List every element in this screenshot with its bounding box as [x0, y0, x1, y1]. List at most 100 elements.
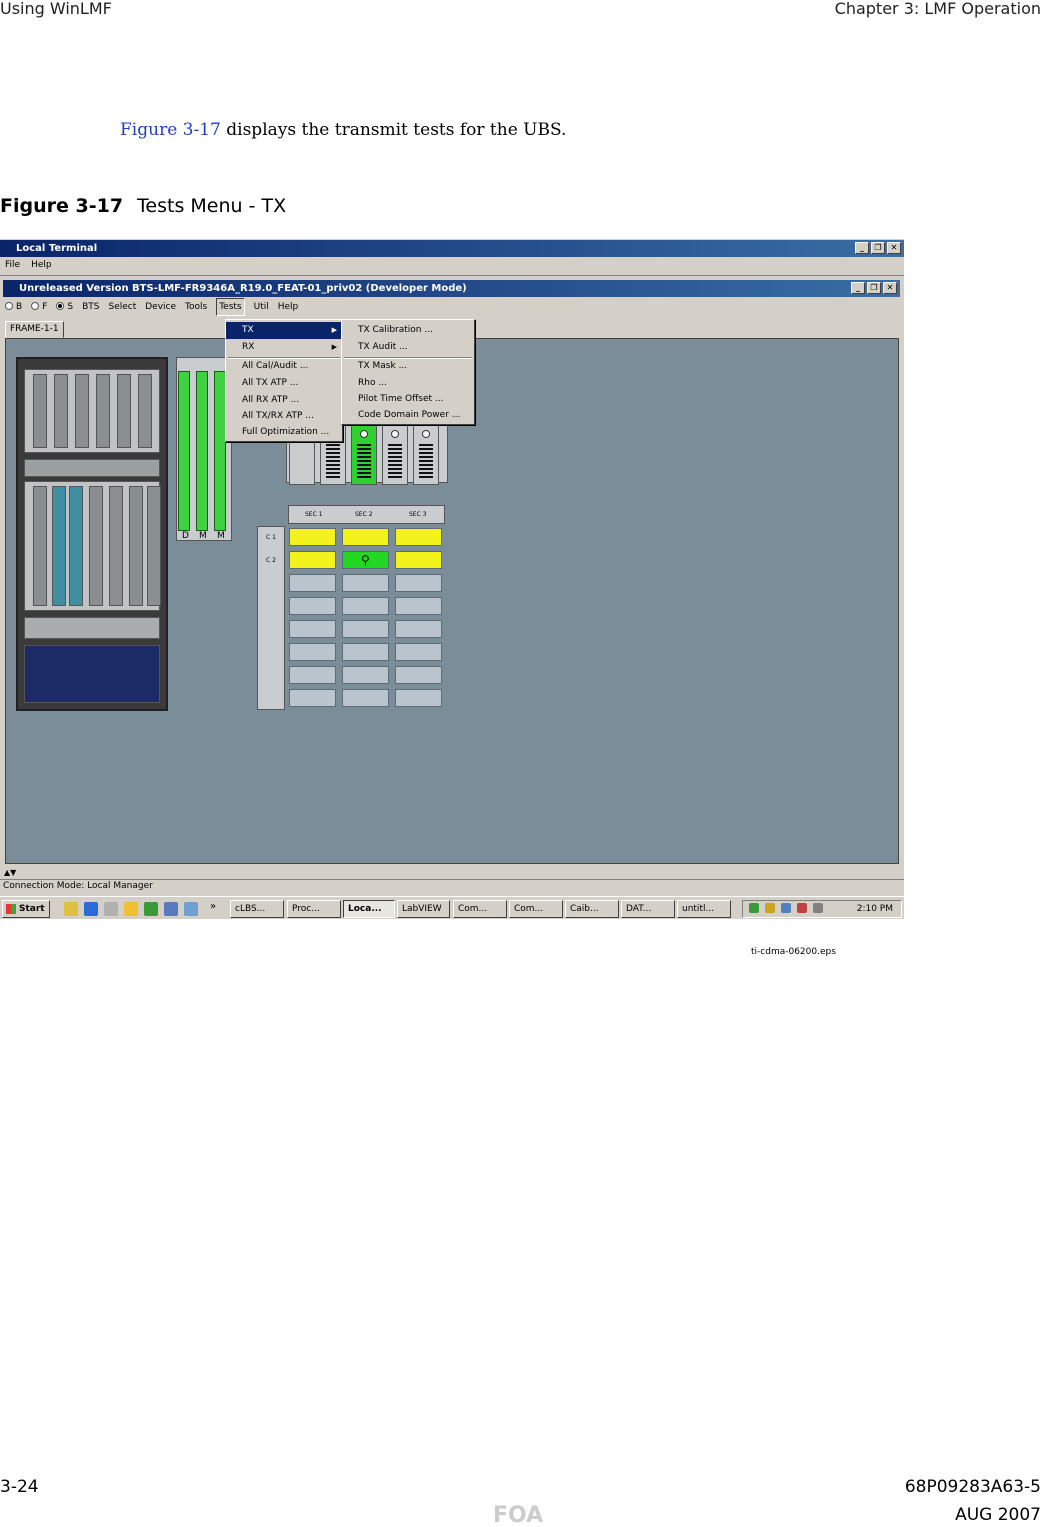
tx-mask[interactable]: TX Mask ... — [342, 358, 474, 375]
foa-watermark: FOA — [493, 1503, 544, 1527]
quicklaunch-desktop-icon[interactable] — [64, 902, 78, 916]
empty-cell[interactable] — [289, 666, 336, 684]
task-button-7[interactable]: Caib... — [565, 900, 619, 918]
menu-util[interactable]: Util — [254, 299, 269, 315]
tray-network-icon[interactable] — [749, 903, 759, 913]
carrier-1-sector-1-cell[interactable] — [289, 528, 336, 546]
empty-cell[interactable] — [395, 597, 442, 615]
empty-cell[interactable] — [342, 597, 389, 615]
empty-cell[interactable] — [289, 643, 336, 661]
quicklaunch-extra-icon[interactable] — [184, 902, 198, 916]
bts-rack-image — [16, 357, 168, 711]
empty-cell[interactable] — [395, 666, 442, 684]
menu-bts[interactable]: BTS — [82, 299, 99, 315]
tray-monitor-icon[interactable] — [781, 903, 791, 913]
carrier-2-label: C 2 — [266, 557, 276, 564]
tests-menu-all-rx-atp[interactable]: All RX ATP ... — [226, 392, 342, 409]
task-button-4[interactable]: LabVIEW — [397, 900, 450, 918]
board-4[interactable] — [382, 425, 408, 485]
empty-cell[interactable] — [395, 574, 442, 592]
tray-extra-icon[interactable] — [813, 903, 823, 913]
task-button-2[interactable]: Proc... — [287, 900, 341, 918]
quicklaunch-app-icon[interactable] — [104, 902, 118, 916]
running-header-left: Using WinLMF — [0, 0, 112, 18]
task-button-9[interactable]: untitl... — [677, 900, 731, 918]
quicklaunch-search-icon[interactable] — [164, 902, 178, 916]
menu-help[interactable]: Help — [31, 257, 52, 273]
empty-cell[interactable] — [289, 689, 336, 707]
empty-cell[interactable] — [342, 620, 389, 638]
menu-select[interactable]: Select — [108, 299, 136, 315]
tx-pilot-time-offset[interactable]: Pilot Time Offset ... — [342, 391, 474, 408]
empty-cell[interactable] — [289, 597, 336, 615]
carrier-2-sector-3-cell[interactable] — [395, 551, 442, 569]
carrier-2-sector-1-cell[interactable] — [289, 551, 336, 569]
figure-title: Tests Menu - TX — [137, 195, 287, 217]
empty-cell[interactable] — [395, 620, 442, 638]
inner-minimize-icon[interactable]: _ — [851, 282, 865, 294]
dmm-card-1[interactable] — [178, 371, 190, 531]
board-5[interactable] — [413, 425, 439, 485]
empty-cell[interactable] — [395, 689, 442, 707]
radio-b[interactable]: B — [5, 299, 22, 315]
empty-cell[interactable] — [342, 666, 389, 684]
carrier-1-sector-3-cell[interactable] — [395, 528, 442, 546]
tray-volume-icon[interactable] — [765, 903, 775, 913]
intro-paragraph: Figure 3-17 displays the transmit tests … — [120, 120, 566, 140]
carrier-1-sector-2-cell[interactable] — [342, 528, 389, 546]
empty-cell[interactable] — [395, 643, 442, 661]
outer-menubar: File Help — [0, 257, 52, 273]
tx-rho[interactable]: Rho ... — [342, 375, 474, 392]
inner-close-icon[interactable]: ✕ — [883, 282, 897, 294]
dmm-label-bottom-d: D — [182, 531, 189, 541]
tests-menu-full-optimization[interactable]: Full Optimization ... — [226, 424, 342, 441]
carrier-1-label: C 1 — [266, 534, 276, 541]
quicklaunch-ie-icon[interactable] — [84, 902, 98, 916]
menu-device[interactable]: Device — [145, 299, 176, 315]
tests-menu-all-cal-audit[interactable]: All Cal/Audit ... — [226, 358, 342, 375]
dmm-card-2[interactable] — [196, 371, 208, 531]
radio-s[interactable]: S — [56, 299, 73, 315]
system-tray: 2:10 PM — [742, 900, 902, 918]
menu-file[interactable]: File — [5, 257, 20, 273]
tx-submenu: TX Calibration ... TX Audit ... TX Mask … — [341, 319, 475, 425]
more-chevron-icon[interactable]: » — [210, 901, 216, 912]
tx-audit[interactable]: TX Audit ... — [342, 339, 474, 356]
running-header-right: Chapter 3: LMF Operation — [834, 0, 1041, 18]
restore-icon[interactable]: ❐ — [871, 242, 885, 254]
menu-help-inner[interactable]: Help — [278, 299, 299, 315]
empty-cell[interactable] — [289, 574, 336, 592]
carrier-2-sector-2-cell[interactable]: ⚲ — [342, 551, 389, 569]
tray-app-icon[interactable] — [797, 903, 807, 913]
tx-calibration[interactable]: TX Calibration ... — [342, 322, 474, 339]
task-button-3[interactable]: Loca... — [343, 900, 395, 918]
minimize-icon[interactable]: _ — [855, 242, 869, 254]
splitter-arrows-icon[interactable]: ▲▼ — [4, 868, 16, 877]
start-button[interactable]: Start — [2, 900, 50, 918]
tests-menu-all-tx-atp[interactable]: All TX ATP ... — [226, 375, 342, 392]
inner-restore-icon[interactable]: ❐ — [867, 282, 881, 294]
empty-cell[interactable] — [342, 689, 389, 707]
tab-frame[interactable]: FRAME-1-1 — [5, 321, 64, 338]
menu-tests[interactable]: Tests — [216, 298, 245, 316]
figure-link[interactable]: Figure 3-17 — [120, 120, 221, 140]
task-button-6[interactable]: Com... — [509, 900, 563, 918]
document-number: 68P09283A63-5 — [904, 1477, 1041, 1497]
empty-cell[interactable] — [342, 643, 389, 661]
empty-cell[interactable] — [342, 574, 389, 592]
close-icon[interactable]: ✕ — [887, 242, 901, 254]
task-button-8[interactable]: DAT... — [621, 900, 675, 918]
quicklaunch-outlook-icon[interactable] — [124, 902, 138, 916]
tx-code-domain-power[interactable]: Code Domain Power ... — [342, 407, 474, 424]
quicklaunch-globe-icon[interactable] — [144, 902, 158, 916]
board-3[interactable] — [351, 425, 377, 485]
tests-menu-rx[interactable]: RX ▶ — [226, 339, 342, 356]
task-button-5[interactable]: Com... — [453, 900, 507, 918]
tests-menu-all-txrx-atp[interactable]: All TX/RX ATP ... — [226, 408, 342, 425]
task-button-1[interactable]: cLBS... — [230, 900, 284, 918]
tests-menu-tx[interactable]: TX ▶ — [226, 322, 342, 339]
menu-tools[interactable]: Tools — [185, 299, 207, 315]
radio-f[interactable]: F — [31, 299, 47, 315]
empty-cell[interactable] — [289, 620, 336, 638]
inner-title-bar: Unreleased Version BTS-LMF-FR9346A_R19.0… — [3, 280, 900, 297]
